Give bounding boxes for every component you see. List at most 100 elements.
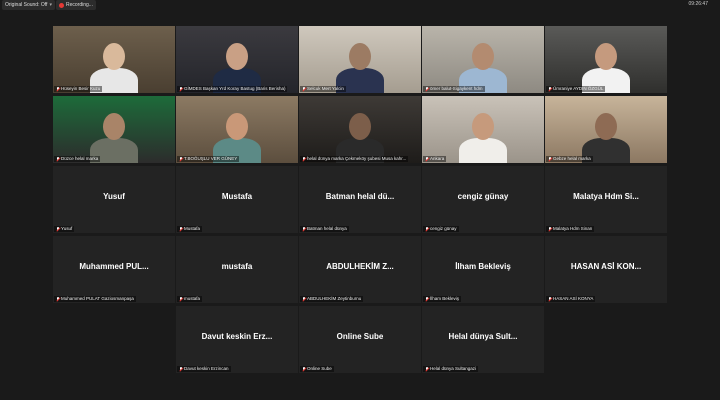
mic-muted-icon — [425, 366, 429, 372]
participant-name-text: İlham Bekleviş — [430, 296, 460, 301]
participant-display-name: HASAN ASİ KON... — [570, 262, 642, 271]
participant-display-name: Muhammed PUL... — [79, 262, 149, 271]
recording-indicator[interactable]: Recording... — [56, 0, 96, 10]
participant-head — [103, 113, 125, 140]
participant-tile[interactable]: Davut keskin Erz... Davut keskin Erzincan — [176, 306, 298, 373]
participant-name-label: Ümraniye AYDIN ÖZGÜL — [546, 86, 606, 92]
mic-muted-icon — [56, 156, 60, 162]
mic-muted-icon — [56, 226, 60, 232]
mic-muted-icon — [302, 226, 306, 232]
participant-tile[interactable]: Batman helal dü... Batman helal dünya — [299, 166, 421, 233]
participant-name-label: ömer balut-Sigaykent hdm — [423, 86, 485, 92]
participant-tile[interactable]: Malatya Hdm Si... Malatya Hdm Sinan — [545, 166, 667, 233]
mic-muted-icon — [179, 296, 183, 302]
participant-head — [595, 113, 617, 140]
participant-video — [545, 26, 667, 93]
participant-tile[interactable]: Online Sube Online Sube — [299, 306, 421, 373]
participant-name-text: Yusuf — [61, 226, 73, 231]
meeting-top-bar: Original Sound: Off ▾ Recording... 09:26… — [0, 0, 720, 12]
participant-video — [299, 26, 421, 93]
mic-muted-icon — [56, 296, 60, 302]
participant-tile[interactable]: Mustafa Mustafa — [176, 166, 298, 233]
participant-display-name: ABDULHEKİM Z... — [326, 262, 394, 271]
participant-name-text: Ankara — [430, 156, 445, 161]
participant-name-text: Online Sube — [307, 366, 332, 371]
participant-tile[interactable]: mustafa mustafa — [176, 236, 298, 303]
participant-name-label: Online Sube — [300, 366, 334, 372]
participant-tile[interactable]: Yusuf Yusuf — [53, 166, 175, 233]
participant-tile[interactable]: T.BOĞUŞLU VER GÜNEY — [176, 96, 298, 163]
participant-name-text: helal dünya marka Çekmeköy şubesi Musa k… — [307, 156, 407, 161]
mic-muted-icon — [302, 156, 306, 162]
participant-display-name: Davut keskin Erz... — [201, 332, 273, 341]
participant-name-text: cengiz günay — [430, 226, 457, 231]
participant-name-label: Malatya Hdm Sinan — [546, 226, 595, 232]
mic-muted-icon — [179, 86, 183, 92]
participant-display-name: Malatya Hdm Si... — [573, 192, 639, 201]
participant-name-text: GİMDES Başkan Yrd Koray Bastug (Baris Be… — [184, 86, 286, 91]
original-sound-toggle[interactable]: Original Sound: Off ▾ — [2, 0, 55, 10]
participant-name-label: Selcuk Mert Yalcin — [300, 86, 346, 92]
participant-tile[interactable]: Selcuk Mert Yalcin — [299, 26, 421, 93]
participant-tile[interactable]: Ümraniye AYDIN ÖZGÜL — [545, 26, 667, 93]
participant-display-name: Batman helal dü... — [325, 192, 395, 201]
participant-tile[interactable]: helal dünya marka Çekmeköy şubesi Musa k… — [299, 96, 421, 163]
participant-name-text: Selcuk Mert Yalcin — [307, 86, 344, 91]
participant-name-label: Mustafa — [177, 226, 203, 232]
participant-name-label: T.BOĞUŞLU VER GÜNEY — [177, 156, 240, 162]
participant-tile[interactable]: GİMDES Başkan Yrd Koray Bastug (Baris Be… — [176, 26, 298, 93]
participant-display-name: Yusuf — [103, 192, 125, 201]
participant-video — [422, 96, 544, 163]
participant-tile[interactable]: HASAN ASİ KON... HASAN ASİ KONYA — [545, 236, 667, 303]
participant-video — [176, 26, 298, 93]
participant-body — [459, 138, 507, 163]
participant-name-label: Gebze helal marka — [546, 156, 593, 162]
participant-name-text: Mustafa — [184, 226, 201, 231]
participant-tile[interactable]: Hüseyin Besir Kuzu — [53, 26, 175, 93]
mic-muted-icon — [56, 86, 60, 92]
participant-tile[interactable]: Ankara — [422, 96, 544, 163]
participant-name-label: Hüseyin Besir Kuzu — [54, 86, 103, 92]
participant-name-text: Düzce helal marka — [61, 156, 99, 161]
participant-head — [472, 43, 494, 70]
participant-tile[interactable]: cengiz günay cengiz günay — [422, 166, 544, 233]
participant-head — [349, 113, 371, 140]
mic-muted-icon — [179, 156, 183, 162]
participant-tile[interactable]: İlham Bekleviş İlham Bekleviş — [422, 236, 544, 303]
participant-name-text: mustafa — [184, 296, 201, 301]
mic-muted-icon — [425, 296, 429, 302]
participant-display-name: İlham Bekleviş — [455, 262, 511, 271]
participant-tile[interactable]: Gebze helal marka — [545, 96, 667, 163]
recording-icon — [59, 2, 64, 8]
participant-tile[interactable]: Helal dünya Sult... Helal dünya Sultangaz… — [422, 306, 544, 373]
participant-name-text: Malatya Hdm Sinan — [553, 226, 593, 231]
mic-muted-icon — [179, 366, 183, 372]
participant-name-label: Muhammed PULAT Gaziosmanpaşa — [54, 296, 136, 302]
participant-display-name: Mustafa — [221, 192, 253, 201]
mic-muted-icon — [302, 296, 306, 302]
participant-name-text: Davut keskin Erzincan — [184, 366, 229, 371]
participant-name-text: Batman helal dünya — [307, 226, 347, 231]
participant-name-text: ABDULHEKİM Zeytinburnu — [307, 296, 362, 301]
meeting-clock: 09:26:47 — [688, 1, 708, 7]
participant-name-label: HASAN ASİ KONYA — [546, 296, 596, 302]
participant-name-label: ABDULHEKİM Zeytinburnu — [300, 296, 364, 302]
participant-name-label: Helal dünya Sultangazi — [423, 366, 479, 372]
participant-name-label: Ankara — [423, 156, 447, 162]
participant-tile[interactable]: ömer balut-Sigaykent hdm — [422, 26, 544, 93]
participant-name-text: HASAN ASİ KONYA — [553, 296, 594, 301]
participant-name-label: Düzce helal marka — [54, 156, 101, 162]
original-sound-label: Original Sound: Off — [5, 2, 48, 8]
participant-tile[interactable]: Muhammed PUL... Muhammed PULAT Gaziosmanp… — [53, 236, 175, 303]
participant-tile[interactable]: Düzce helal marka — [53, 96, 175, 163]
participant-name-label: mustafa — [177, 296, 203, 302]
recording-label: Recording... — [66, 2, 93, 8]
participant-video — [53, 96, 175, 163]
participant-head — [226, 113, 248, 140]
participant-tile[interactable]: ABDULHEKİM Z... ABDULHEKİM Zeytinburnu — [299, 236, 421, 303]
participant-name-text: Ümraniye AYDIN ÖZGÜL — [553, 86, 604, 91]
participant-head — [103, 43, 125, 70]
mic-muted-icon — [425, 156, 429, 162]
participant-name-text: ömer balut-Sigaykent hdm — [430, 86, 483, 91]
participant-name-label: İlham Bekleviş — [423, 296, 462, 302]
